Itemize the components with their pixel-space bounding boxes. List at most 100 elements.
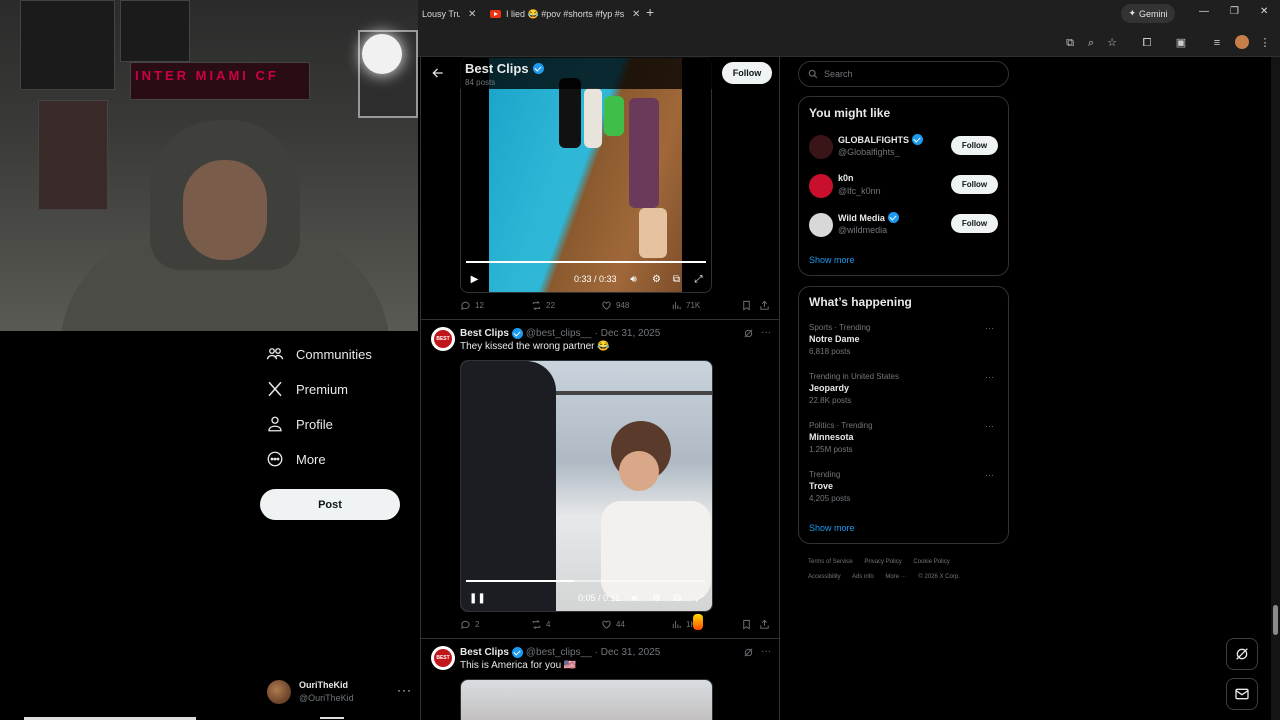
video-progress-bar[interactable]	[466, 580, 706, 582]
play-icon[interactable]: ▶	[469, 274, 480, 285]
trend-item[interactable]: Politics · Trending Minnesota 1.25M post…	[809, 421, 999, 461]
tweet-date[interactable]: · Dec 31, 2025	[595, 328, 661, 339]
volume-icon[interactable]: 🔊︎	[628, 274, 639, 285]
bookmark-star-icon[interactable]: ☆	[1105, 36, 1119, 50]
account-more-icon[interactable]: ···	[397, 683, 412, 697]
zoom-icon[interactable]: ⌕	[1084, 36, 1098, 50]
share-button[interactable]	[759, 619, 770, 630]
avatar[interactable]: BEST	[431, 327, 455, 351]
messages-button[interactable]	[1226, 678, 1258, 710]
author-handle[interactable]: @best_clips__	[526, 328, 592, 339]
bookmark-button[interactable]	[741, 300, 752, 311]
footer-link[interactable]: Privacy Policy	[864, 559, 901, 565]
footer-link[interactable]: More ···	[885, 574, 906, 580]
back-arrow-icon[interactable]	[431, 66, 445, 80]
repost-count: 4	[546, 620, 551, 629]
fullscreen-icon[interactable]: ⤢	[693, 274, 704, 285]
views-button[interactable]: 71K	[671, 300, 700, 311]
tab-lousy[interactable]: Lousy Trut ✕	[422, 4, 476, 24]
follow-button[interactable]: Follow	[951, 136, 998, 155]
suggested-account[interactable]: Wild Media @wildmedia Follow	[809, 211, 999, 241]
like-button[interactable]: 948	[601, 300, 629, 311]
tweet-video[interactable]: ▶ 0:33 / 0:33 🔊︎ ⚙ ⧉ ⤢	[460, 57, 712, 293]
footer-link[interactable]: Cookie Policy	[913, 559, 949, 565]
extensions-icon[interactable]: ⧠	[1140, 36, 1154, 50]
tweet-more-icon[interactable]: ···	[761, 646, 771, 657]
trend-more-icon[interactable]: ···	[985, 421, 994, 431]
grok-icon[interactable]	[743, 647, 754, 658]
author-name[interactable]: Best Clips	[460, 647, 509, 658]
trend-more-icon[interactable]: ···	[985, 372, 994, 382]
follow-button[interactable]: Follow	[951, 175, 998, 194]
browser-profile-avatar[interactable]	[1235, 35, 1249, 49]
trend-more-icon[interactable]: ···	[985, 323, 994, 333]
repost-button[interactable]: 4	[531, 619, 550, 630]
author-name[interactable]: Best Clips	[460, 328, 509, 339]
like-button[interactable]: 44	[601, 619, 625, 630]
media-icon[interactable]: ≡	[1210, 36, 1224, 50]
scrollbar[interactable]	[1271, 57, 1280, 720]
post-button[interactable]: Post	[260, 489, 400, 520]
pip-icon[interactable]: ⧉	[671, 274, 682, 285]
nav-more[interactable]: More	[266, 447, 326, 471]
footer-link[interactable]: Accessibility	[808, 574, 841, 580]
tweet-video[interactable]: ❚❚ 0:05 / 0:11 🔊︎ ⚙ ⧉ ⤢	[460, 360, 713, 612]
tab-youtube[interactable]: I lied 😂 #pov #shorts #fyp #s ✕	[490, 4, 640, 24]
grok-button[interactable]	[1226, 638, 1258, 670]
pip-icon[interactable]: ⧉	[672, 593, 683, 604]
share-button[interactable]	[759, 300, 770, 311]
repost-button[interactable]: 22	[531, 300, 555, 311]
settings-icon[interactable]: ⚙	[651, 274, 662, 285]
fullscreen-icon[interactable]: ⤢	[694, 593, 705, 604]
nav-profile[interactable]: Profile	[266, 412, 333, 436]
install-app-icon[interactable]: ⧉	[1063, 36, 1077, 50]
scrollbar-thumb[interactable]	[1273, 605, 1278, 635]
tweet-media[interactable]	[460, 679, 713, 720]
menu-kebab-icon[interactable]: ⋮	[1258, 36, 1272, 50]
trend-item[interactable]: Trending Trove 4,205 posts ···	[809, 470, 999, 510]
follow-button[interactable]: Follow	[722, 62, 772, 84]
footer-link[interactable]: Terms of Service	[808, 559, 853, 565]
search-input[interactable]: Search	[798, 61, 1009, 87]
grok-icon[interactable]	[743, 328, 754, 339]
trend-item[interactable]: Sports · Trending Notre Dame 6,818 posts…	[809, 323, 999, 363]
show-more-link[interactable]: Show more	[809, 255, 855, 265]
who-to-follow-panel: You might like GLOBALFIGHTS @Globalfight…	[798, 96, 1009, 276]
trend-more-icon[interactable]: ···	[985, 470, 994, 480]
close-tab-icon[interactable]: ✕	[632, 9, 640, 20]
nav-premium[interactable]: Premium	[266, 377, 348, 401]
nav-communities[interactable]: Communities	[266, 342, 372, 366]
pause-icon[interactable]: ❚❚	[469, 593, 486, 604]
close-window-icon[interactable]: ✕	[1260, 6, 1268, 17]
suggested-account[interactable]: k0n @lfc_k0nn Follow	[809, 172, 999, 202]
tweet-text: This is America for you 🇺🇸	[460, 660, 577, 671]
avatar[interactable]: BEST	[431, 646, 455, 670]
suggested-account[interactable]: GLOBALFIGHTS @Globalfights_ Follow	[809, 133, 999, 163]
minimize-icon[interactable]: —	[1199, 6, 1209, 17]
restore-icon[interactable]: ❐	[1230, 6, 1239, 17]
tweet-more-icon[interactable]: ···	[761, 327, 771, 338]
footer-link[interactable]: Ads info	[852, 574, 874, 580]
author-handle[interactable]: @best_clips__	[526, 647, 592, 658]
gemini-button[interactable]: ✦ Gemini	[1121, 4, 1175, 23]
tweet-date[interactable]: · Dec 31, 2025	[595, 647, 661, 658]
bookmark-button[interactable]	[741, 619, 752, 630]
footer-links: Terms of Service Privacy Policy Cookie P…	[808, 555, 1008, 585]
heart-icon	[602, 620, 611, 629]
verified-badge-icon	[511, 328, 523, 339]
tweet-author-line: Best Clips @best_clips__ · Dec 31, 2025	[460, 328, 660, 339]
split-view-icon[interactable]: ▣	[1174, 36, 1188, 50]
video-progress-bar[interactable]	[466, 261, 706, 263]
trend-item[interactable]: Trending in United States Jeopardy 22.8K…	[809, 372, 999, 412]
reply-button[interactable]: 2	[460, 619, 479, 630]
show-more-link[interactable]: Show more	[809, 523, 855, 533]
close-tab-icon[interactable]: ✕	[468, 9, 476, 20]
verified-badge-icon	[532, 63, 544, 74]
new-tab-icon[interactable]: +	[646, 4, 654, 20]
settings-icon[interactable]: ⚙	[651, 593, 662, 604]
account-switcher[interactable]: OuriTheKid @OuriTheKid ···	[267, 679, 417, 707]
follow-button[interactable]: Follow	[951, 214, 998, 233]
volume-icon[interactable]: 🔊︎	[629, 593, 640, 604]
account-name-line: Wild Media	[838, 212, 899, 223]
reply-button[interactable]: 12	[460, 300, 484, 311]
